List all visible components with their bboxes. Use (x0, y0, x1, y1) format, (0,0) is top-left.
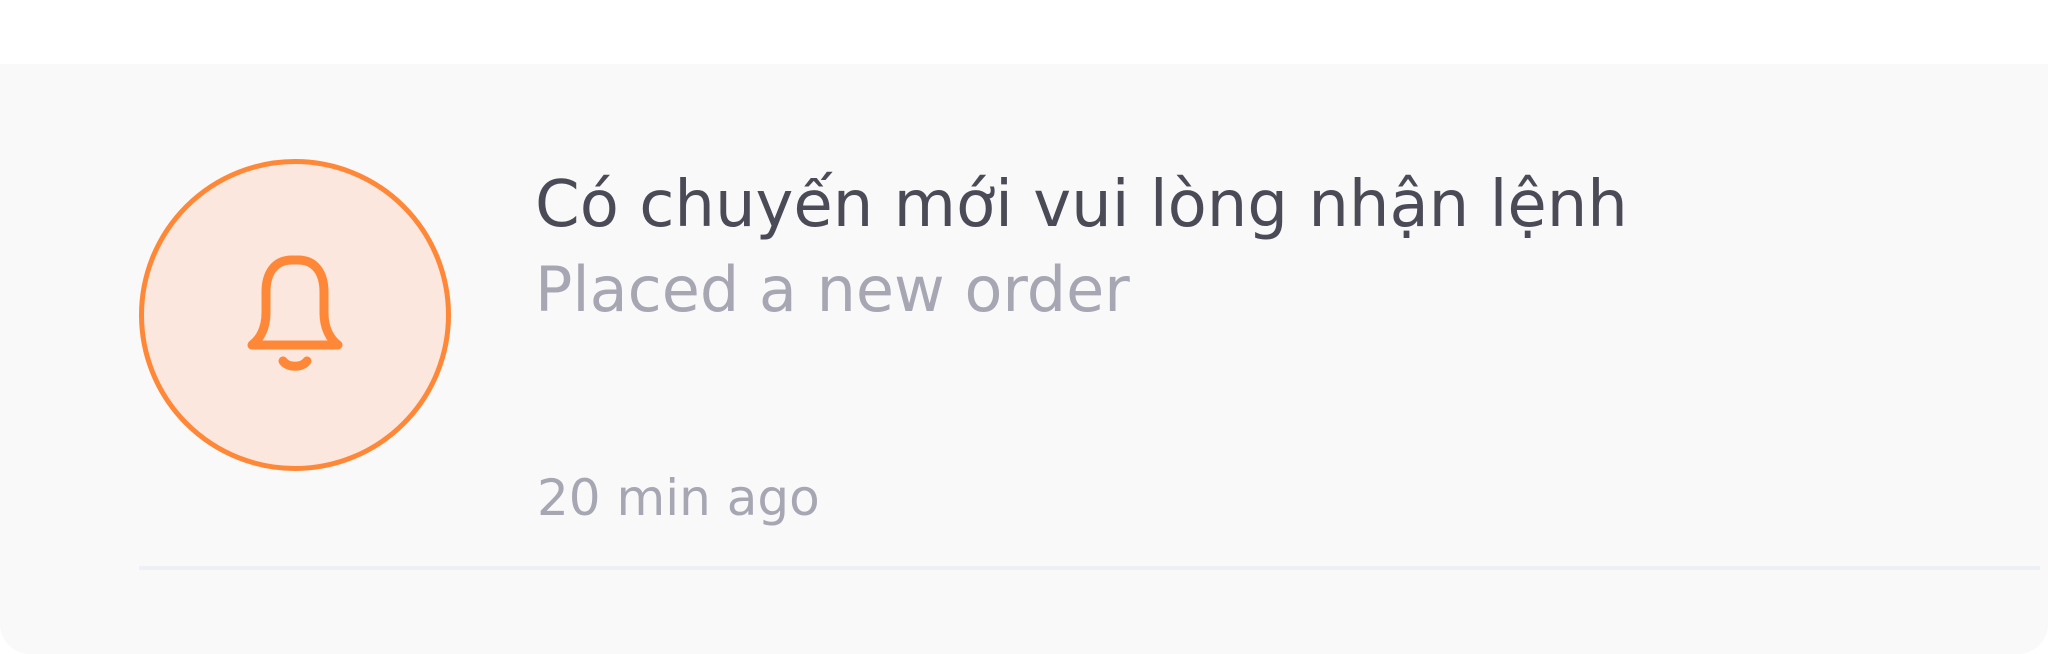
notification-timestamp: 20 min ago (537, 469, 820, 527)
divider (139, 566, 2040, 570)
notification-text: Có chuyến mới vui lòng nhận lệnh Placed … (535, 162, 1628, 332)
notification-avatar (139, 159, 451, 471)
notification-panel: Có chuyến mới vui lòng nhận lệnh Placed … (0, 64, 2048, 654)
notification-title: Có chuyến mới vui lòng nhận lệnh (535, 168, 1628, 242)
bell-icon (247, 255, 343, 371)
notification-item[interactable]: Có chuyến mới vui lòng nhận lệnh Placed … (0, 64, 2048, 570)
notification-subtitle: Placed a new order (535, 253, 1130, 326)
